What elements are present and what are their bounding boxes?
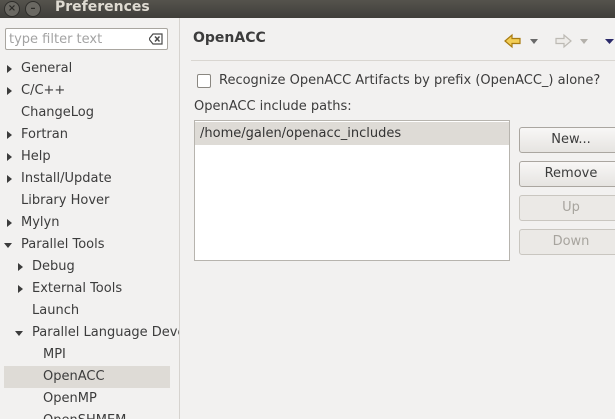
clear-filter-icon[interactable]	[149, 33, 163, 45]
list-item[interactable]: /home/galen/openacc_includes	[195, 122, 509, 145]
expand-arrow-icon[interactable]	[16, 285, 24, 293]
tree-item-label: Debug	[32, 259, 75, 274]
window-title: Preferences	[55, 0, 150, 15]
tree-item-mylyn[interactable]: Mylyn	[0, 212, 170, 234]
tree-item-label: C/C++	[21, 83, 66, 98]
tree-item-label: External Tools	[32, 281, 123, 296]
expand-arrow-icon[interactable]	[5, 175, 13, 183]
expand-arrow-icon[interactable]	[5, 219, 13, 227]
close-icon[interactable]: ×	[4, 1, 20, 17]
expand-arrow-icon[interactable]	[5, 65, 13, 73]
tree-item-help[interactable]: Help	[0, 146, 170, 168]
expand-arrow-icon[interactable]	[5, 87, 13, 95]
expand-arrow-icon[interactable]	[16, 263, 24, 271]
tree-item-label: ChangeLog	[21, 105, 94, 120]
filter-input[interactable]	[9, 30, 147, 48]
tree-item-label: Parallel Tools	[21, 237, 105, 252]
tree-item-openmp[interactable]: OpenMP	[0, 388, 170, 410]
tree-item-install-update[interactable]: Install/Update	[0, 168, 170, 190]
tree-item-general[interactable]: General	[0, 58, 170, 80]
tree-item-label: OpenSHMEM	[43, 410, 126, 419]
forward-menu-chevron-down-icon[interactable]	[579, 33, 589, 49]
tree-item-library-hover[interactable]: Library Hover	[0, 190, 170, 212]
tree-item-fortran[interactable]: Fortran	[0, 124, 170, 146]
tree-item-label: Fortran	[21, 127, 68, 142]
preferences-tree-panel: General C/C++ ChangeLog Fortran Help Ins…	[0, 18, 180, 419]
page-navigation	[504, 33, 615, 51]
include-paths-label: OpenACC include paths:	[194, 99, 352, 114]
collapse-arrow-icon[interactable]	[4, 241, 12, 249]
recognize-prefix-checkbox[interactable]	[197, 74, 211, 88]
expand-arrow-icon[interactable]	[5, 153, 13, 161]
collapse-arrow-icon[interactable]	[15, 329, 23, 337]
preference-page: OpenACC Recognize OpenACC Artifacts by p…	[181, 18, 615, 419]
tree-item-label: General	[21, 61, 73, 76]
tree-item-label: Launch	[32, 303, 80, 318]
tree-item-label: Install/Update	[21, 171, 112, 186]
tree-item-mpi[interactable]: MPI	[0, 344, 170, 366]
tree-item-label: OpenACC	[43, 369, 105, 384]
tree-item-debug[interactable]: Debug	[0, 256, 170, 278]
tree-item-changelog[interactable]: ChangeLog	[0, 102, 170, 124]
forward-arrow-icon[interactable]	[554, 33, 572, 49]
new-button[interactable]: New...	[519, 127, 615, 153]
tree-item-label: Mylyn	[21, 215, 60, 230]
minimize-icon[interactable]: –	[25, 1, 41, 17]
tree-item-label: OpenMP	[43, 391, 97, 406]
tree-item-external-tools[interactable]: External Tools	[0, 278, 170, 300]
view-menu-icon[interactable]	[604, 33, 615, 49]
tree-item-label: Library Hover	[21, 193, 110, 208]
tree-item-c-cpp[interactable]: C/C++	[0, 80, 170, 102]
remove-button[interactable]: Remove	[519, 161, 615, 187]
tree-item-label: MPI	[43, 347, 66, 362]
filter-box	[5, 28, 168, 50]
title-bar: × – Preferences	[0, 0, 615, 18]
down-button[interactable]: Down	[519, 229, 615, 255]
tree-item-launch[interactable]: Launch	[0, 300, 170, 322]
tree-item-label: Parallel Language Deve	[32, 325, 180, 340]
back-arrow-icon[interactable]	[504, 33, 522, 49]
recognize-prefix-label: Recognize OpenACC Artifacts by prefix (O…	[219, 73, 601, 88]
tree-item-parallel-language-dev[interactable]: Parallel Language Deve	[0, 322, 179, 344]
tree-item-openacc[interactable]: OpenACC	[4, 366, 170, 388]
back-menu-chevron-down-icon[interactable]	[529, 33, 539, 49]
tree-item-label: Help	[21, 149, 51, 164]
header-separator	[191, 60, 615, 61]
up-button[interactable]: Up	[519, 195, 615, 221]
expand-arrow-icon[interactable]	[5, 131, 13, 139]
include-paths-list[interactable]: /home/galen/openacc_includes	[194, 120, 510, 261]
tree-item-parallel-tools[interactable]: Parallel Tools	[0, 234, 170, 256]
page-title: OpenACC	[193, 30, 266, 46]
tree-item-openshmem[interactable]: OpenSHMEM	[0, 410, 170, 419]
